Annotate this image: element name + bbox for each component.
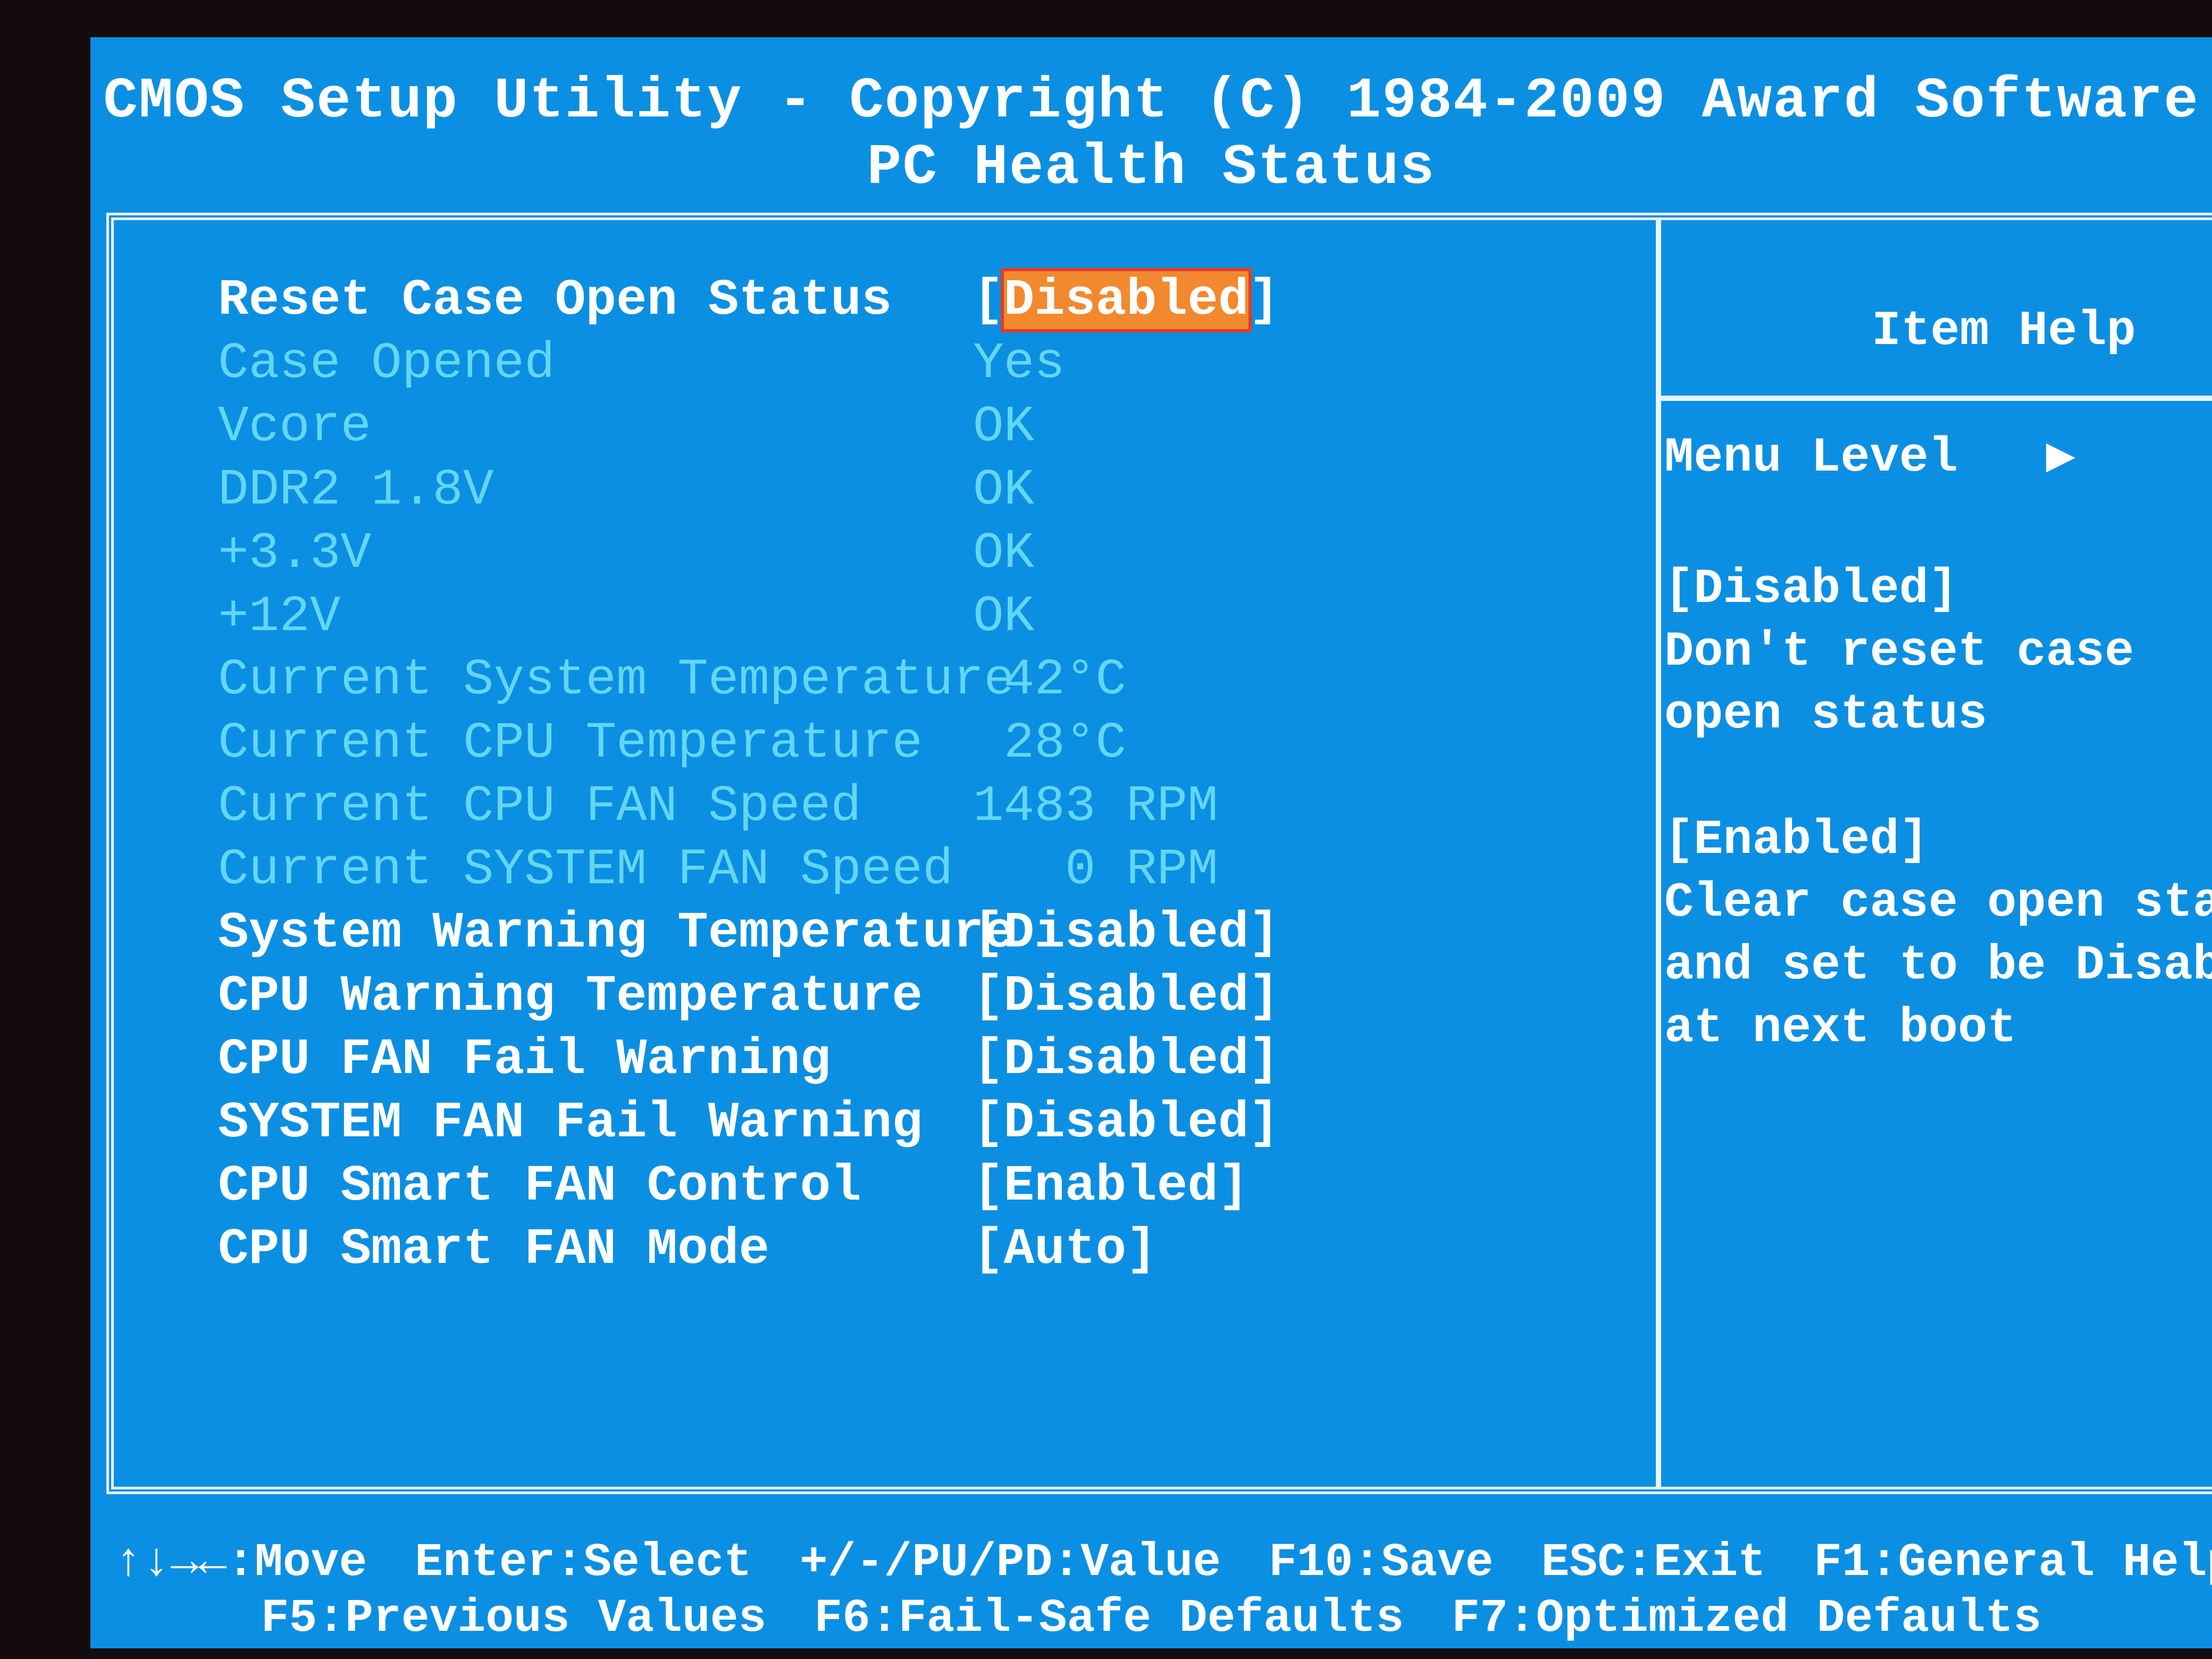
footer-line-1: ↑↓→←:Move Enter:Select +/-/PU/PD:Value F10:… [90, 1537, 2212, 1589]
setting-value[interactable]: [Disabled] [973, 1030, 1279, 1088]
setting-label: Reset Case Open Status [218, 271, 892, 329]
setting-label: CPU FAN Fail Warning [218, 1030, 831, 1088]
setting-label: Current SYSTEM FAN Speed [218, 841, 953, 899]
setting-label: Current CPU FAN Speed [218, 777, 861, 835]
setting-value: 0 RPM [973, 841, 1218, 899]
setting-value: Yes [973, 334, 1065, 392]
help-text-line: [Disabled] [1664, 561, 1958, 617]
key-hint: F1:General Help [1814, 1537, 2212, 1589]
key-hint: ↑↓→←:Move [114, 1537, 367, 1589]
menu-level: Menu Level ▶ [1664, 425, 2075, 485]
selected-value[interactable]: Disabled [1000, 268, 1252, 332]
setting-value: OK [973, 524, 1035, 582]
setting-value[interactable]: [Disabled] [973, 1094, 1279, 1152]
key-hint: +/-/PU/PD:Value [799, 1537, 1221, 1589]
setting-label: System Warning Temperature [218, 904, 1015, 962]
setting-value: OK [973, 398, 1035, 456]
setting-value: 1483 RPM [973, 777, 1218, 835]
menu-level-label: Menu Level [1664, 430, 1958, 485]
key-hint: ESC:Exit [1541, 1537, 1766, 1589]
setting-label: Case Opened [218, 334, 555, 392]
setting-value[interactable]: [Auto] [973, 1220, 1157, 1278]
help-text-line: at next boot [1664, 1000, 2017, 1056]
setting-label: CPU Warning Temperature [218, 967, 923, 1025]
setting-label: DDR2 1.8V [218, 461, 494, 519]
setting-value: 42°C [973, 651, 1127, 709]
help-text-line: [Enabled] [1664, 812, 1929, 868]
setting-value: 28°C [973, 714, 1127, 772]
setting-value: OK [973, 588, 1035, 646]
setting-label: Vcore [218, 398, 372, 456]
setting-label: Current System Temperature [218, 651, 1015, 709]
setting-label: CPU Smart FAN Control [218, 1157, 861, 1215]
setting-label: SYSTEM FAN Fail Warning [218, 1094, 923, 1152]
setting-value[interactable]: [Disabled] [973, 904, 1279, 962]
key-hint: F7:Optimized Defaults [1452, 1593, 2042, 1645]
key-hint: Enter:Select [415, 1537, 752, 1589]
help-divider [1661, 396, 2212, 401]
triangle-right-icon: ▶ [1958, 430, 2076, 485]
page-title: PC Health Status [867, 136, 1436, 200]
setting-label: Current CPU Temperature [218, 714, 923, 772]
key-hint: F10:Save [1269, 1537, 1494, 1589]
bios-screen: CMOS Setup Utility - Copyright (C) 1984-… [90, 37, 2212, 1648]
item-help-title: Item Help [1872, 303, 2136, 359]
help-text-line: Don't reset case [1664, 624, 2134, 680]
setting-value[interactable]: [Disabled] [973, 967, 1279, 1025]
setting-label: +3.3V [218, 524, 372, 582]
setting-value[interactable]: [Disabled] [973, 268, 1279, 332]
app-title: CMOS Setup Utility - Copyright (C) 1984-… [103, 69, 2199, 134]
key-hint: F5:Previous Values [261, 1593, 767, 1645]
help-text-line: Clear case open status [1664, 875, 2212, 931]
setting-value: OK [973, 461, 1035, 519]
key-hint: F6:Fail-Safe Defaults [814, 1593, 1404, 1645]
setting-label: CPU Smart FAN Mode [218, 1220, 769, 1278]
setting-label: +12V [218, 588, 341, 646]
panel-divider [1656, 220, 1661, 1487]
help-text-line: open status [1664, 686, 1988, 742]
help-text-line: and set to be Disabled [1664, 937, 2212, 993]
footer-line-2: F5:Previous Values F6:Fail-Safe Defaults F… [90, 1593, 2212, 1645]
setting-value[interactable]: [Enabled] [973, 1157, 1249, 1215]
